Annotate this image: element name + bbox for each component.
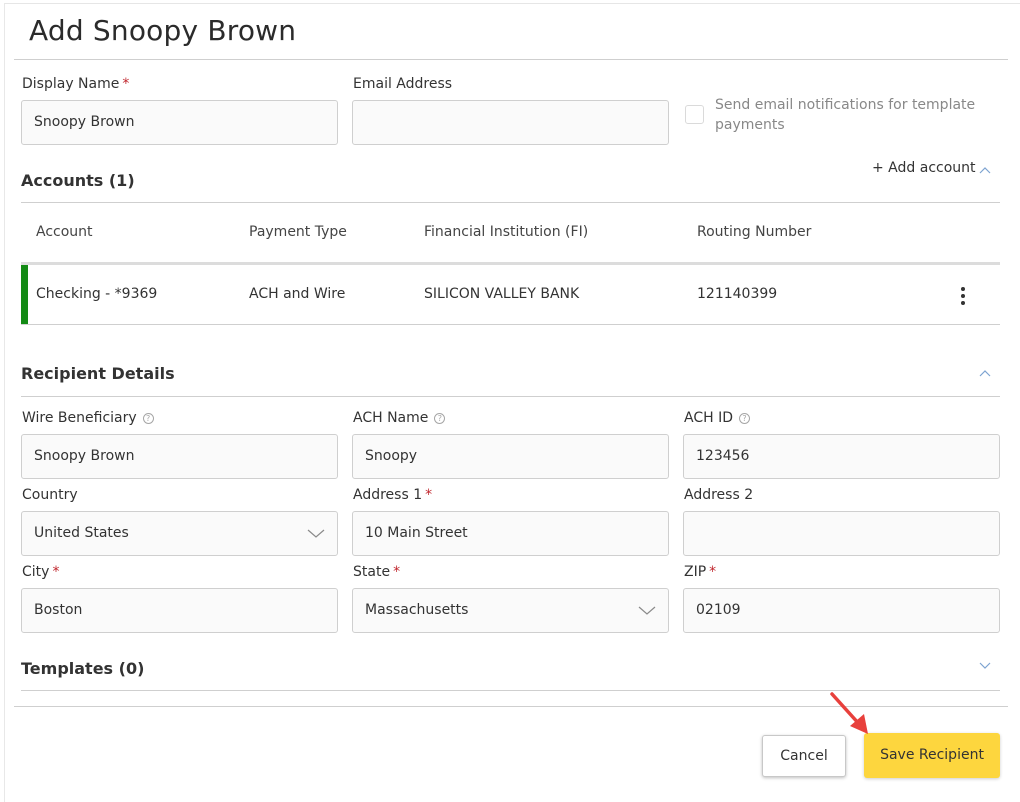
ach-id-label: ACH ID? bbox=[684, 410, 750, 426]
wire-beneficiary-label-text: Wire Beneficiary bbox=[22, 410, 137, 426]
ach-name-label-text: ACH Name bbox=[353, 410, 429, 426]
templates-expand-chevron-down-icon[interactable] bbox=[979, 662, 991, 670]
recipient-details-title: Recipient Details bbox=[21, 364, 175, 383]
wire-beneficiary-value: Snoopy Brown bbox=[34, 448, 135, 464]
required-mark: * bbox=[52, 564, 60, 580]
address2-field[interactable] bbox=[683, 511, 1000, 556]
cancel-button[interactable]: Cancel bbox=[762, 735, 846, 777]
country-value: United States bbox=[34, 525, 129, 541]
city-value: Boston bbox=[34, 602, 83, 618]
wire-beneficiary-field[interactable]: Snoopy Brown bbox=[21, 434, 338, 479]
state-select[interactable]: Massachusetts bbox=[352, 588, 669, 633]
ach-name-field[interactable]: Snoopy bbox=[352, 434, 669, 479]
row-kebab-menu-icon[interactable] bbox=[953, 285, 973, 307]
help-circle-icon[interactable]: ? bbox=[434, 413, 446, 424]
address1-field[interactable]: 10 Main Street bbox=[352, 511, 669, 556]
column-header-account: Account bbox=[36, 224, 93, 240]
address2-label: Address 2 bbox=[684, 487, 754, 503]
required-mark: * bbox=[122, 76, 130, 92]
display-name-value: Snoopy Brown bbox=[34, 114, 135, 130]
required-mark: * bbox=[709, 564, 717, 580]
address1-value: 10 Main Street bbox=[365, 525, 468, 541]
chevron-down-icon bbox=[307, 529, 325, 538]
email-notifications-label[interactable]: Send email notifications for template pa… bbox=[715, 95, 985, 135]
zip-field[interactable]: 02109 bbox=[683, 588, 1000, 633]
table-row-divider bbox=[21, 324, 1000, 325]
ach-id-field[interactable]: 123456 bbox=[683, 434, 1000, 479]
city-label-text: City bbox=[22, 564, 50, 580]
accounts-divider bbox=[21, 202, 1000, 203]
accounts-section-title: Accounts (1) bbox=[21, 171, 135, 190]
wire-beneficiary-label: Wire Beneficiary? bbox=[22, 410, 154, 426]
recipient-details-collapse-chevron-up-icon[interactable] bbox=[979, 369, 991, 377]
address1-label-text: Address 1 bbox=[353, 487, 423, 503]
page-title: Add Snoopy Brown bbox=[29, 14, 297, 47]
cell-routing: 121140399 bbox=[697, 286, 778, 302]
ach-id-value: 123456 bbox=[696, 448, 750, 464]
title-divider bbox=[14, 59, 1008, 60]
zip-label-text: ZIP bbox=[684, 564, 707, 580]
city-label: City * bbox=[22, 564, 59, 580]
zip-label: ZIP * bbox=[684, 564, 716, 580]
email-field[interactable] bbox=[352, 100, 669, 145]
column-header-fi: Financial Institution (FI) bbox=[424, 224, 589, 240]
cell-payment-type: ACH and Wire bbox=[249, 286, 346, 302]
address1-label: Address 1 * bbox=[353, 487, 432, 503]
ach-id-label-text: ACH ID bbox=[684, 410, 733, 426]
chevron-down-icon bbox=[638, 606, 656, 615]
required-mark: * bbox=[393, 564, 401, 580]
add-account-link[interactable]: + Add account bbox=[872, 160, 976, 176]
email-label: Email Address bbox=[353, 76, 453, 92]
state-label-text: State bbox=[353, 564, 391, 580]
annotation-arrow-icon bbox=[830, 692, 868, 734]
templates-section-title[interactable]: Templates (0) bbox=[21, 659, 144, 678]
state-value: Massachusetts bbox=[365, 602, 469, 618]
row-status-accent bbox=[21, 265, 28, 324]
state-label: State * bbox=[353, 564, 400, 580]
table-header-divider bbox=[21, 262, 1000, 265]
accounts-collapse-chevron-up-icon[interactable] bbox=[979, 166, 991, 174]
display-name-label: Display Name * bbox=[22, 76, 129, 92]
recipient-details-divider bbox=[21, 396, 1000, 397]
save-recipient-button[interactable]: Save Recipient bbox=[864, 733, 1000, 778]
ach-name-label: ACH Name? bbox=[353, 410, 446, 426]
cell-fi: SILICON VALLEY BANK bbox=[424, 286, 580, 302]
required-mark: * bbox=[425, 487, 433, 503]
ach-name-value: Snoopy bbox=[365, 448, 418, 464]
display-name-label-text: Display Name bbox=[22, 76, 120, 92]
country-select[interactable]: United States bbox=[21, 511, 338, 556]
column-header-routing: Routing Number bbox=[697, 224, 812, 240]
city-field[interactable]: Boston bbox=[21, 588, 338, 633]
help-circle-icon[interactable]: ? bbox=[142, 413, 154, 424]
email-notifications-checkbox[interactable] bbox=[685, 105, 704, 124]
cell-account: Checking - *9369 bbox=[36, 286, 158, 302]
country-label: Country bbox=[22, 487, 78, 503]
column-header-payment-type: Payment Type bbox=[249, 224, 347, 240]
help-circle-icon[interactable]: ? bbox=[739, 413, 750, 424]
display-name-field[interactable]: Snoopy Brown bbox=[21, 100, 338, 145]
zip-value: 02109 bbox=[696, 602, 741, 618]
